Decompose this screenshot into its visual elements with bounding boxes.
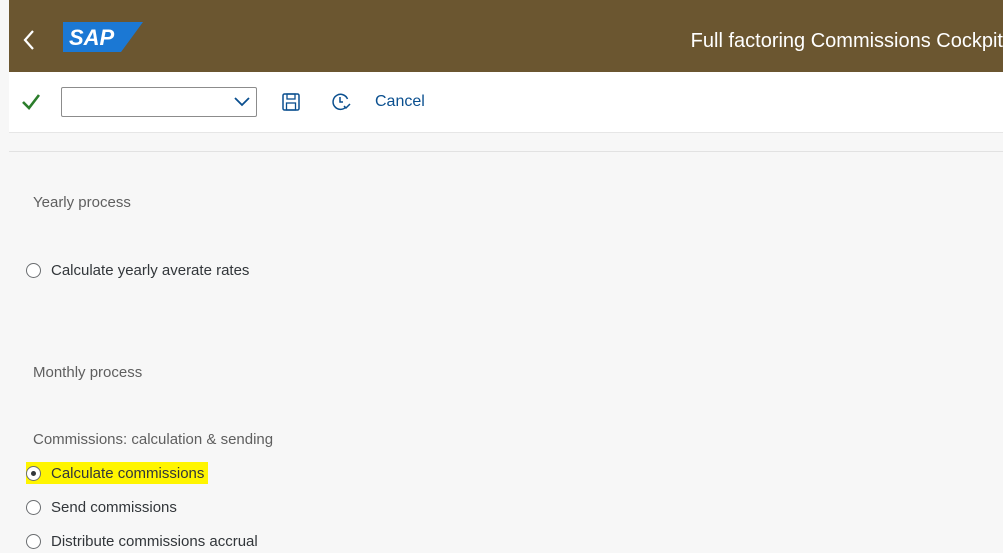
divider [9, 151, 1003, 152]
variant-select[interactable] [61, 87, 257, 117]
checkmark-icon[interactable] [19, 90, 43, 114]
radio-label: Calculate yearly averate rates [51, 261, 250, 279]
chevron-down-icon[interactable] [232, 93, 252, 111]
sap-logo[interactable]: SAP [63, 22, 143, 57]
back-button[interactable] [9, 20, 49, 60]
radio-distribute-commissions-accrual[interactable]: Distribute commissions accrual [26, 530, 258, 552]
radio-calculate-yearly-rates[interactable]: Calculate yearly averate rates [26, 259, 249, 281]
radio-button[interactable] [26, 499, 41, 515]
radio-label: Calculate commissions [51, 464, 205, 482]
radio-send-commissions[interactable]: Send commissions [26, 496, 177, 518]
logo-text: SAP [69, 25, 115, 50]
save-icon[interactable] [280, 91, 302, 113]
yearly-process-label: Yearly process [33, 194, 131, 211]
shell-header: SAP Full factoring Commissions Cockpit [9, 0, 1003, 72]
radio-label: Distribute commissions accrual [51, 532, 258, 550]
app-title: Full factoring Commissions Cockpit [690, 30, 1003, 52]
radio-label: Send commissions [51, 498, 177, 516]
radio-button[interactable] [26, 533, 41, 549]
chevron-left-icon [23, 30, 34, 50]
toolbar: Cancel [9, 72, 1003, 133]
variant-select-input[interactable] [68, 92, 222, 114]
radio-button-selected[interactable] [26, 465, 41, 481]
monthly-process-label: Monthly process [33, 364, 143, 381]
radio-button[interactable] [26, 262, 41, 278]
radio-calculate-commissions[interactable]: Calculate commissions [26, 462, 209, 484]
commissions-sublabel: Commissions: calculation & sending [33, 431, 274, 448]
cancel-button[interactable]: Cancel [375, 91, 425, 113]
clock-icon[interactable] [330, 91, 352, 113]
